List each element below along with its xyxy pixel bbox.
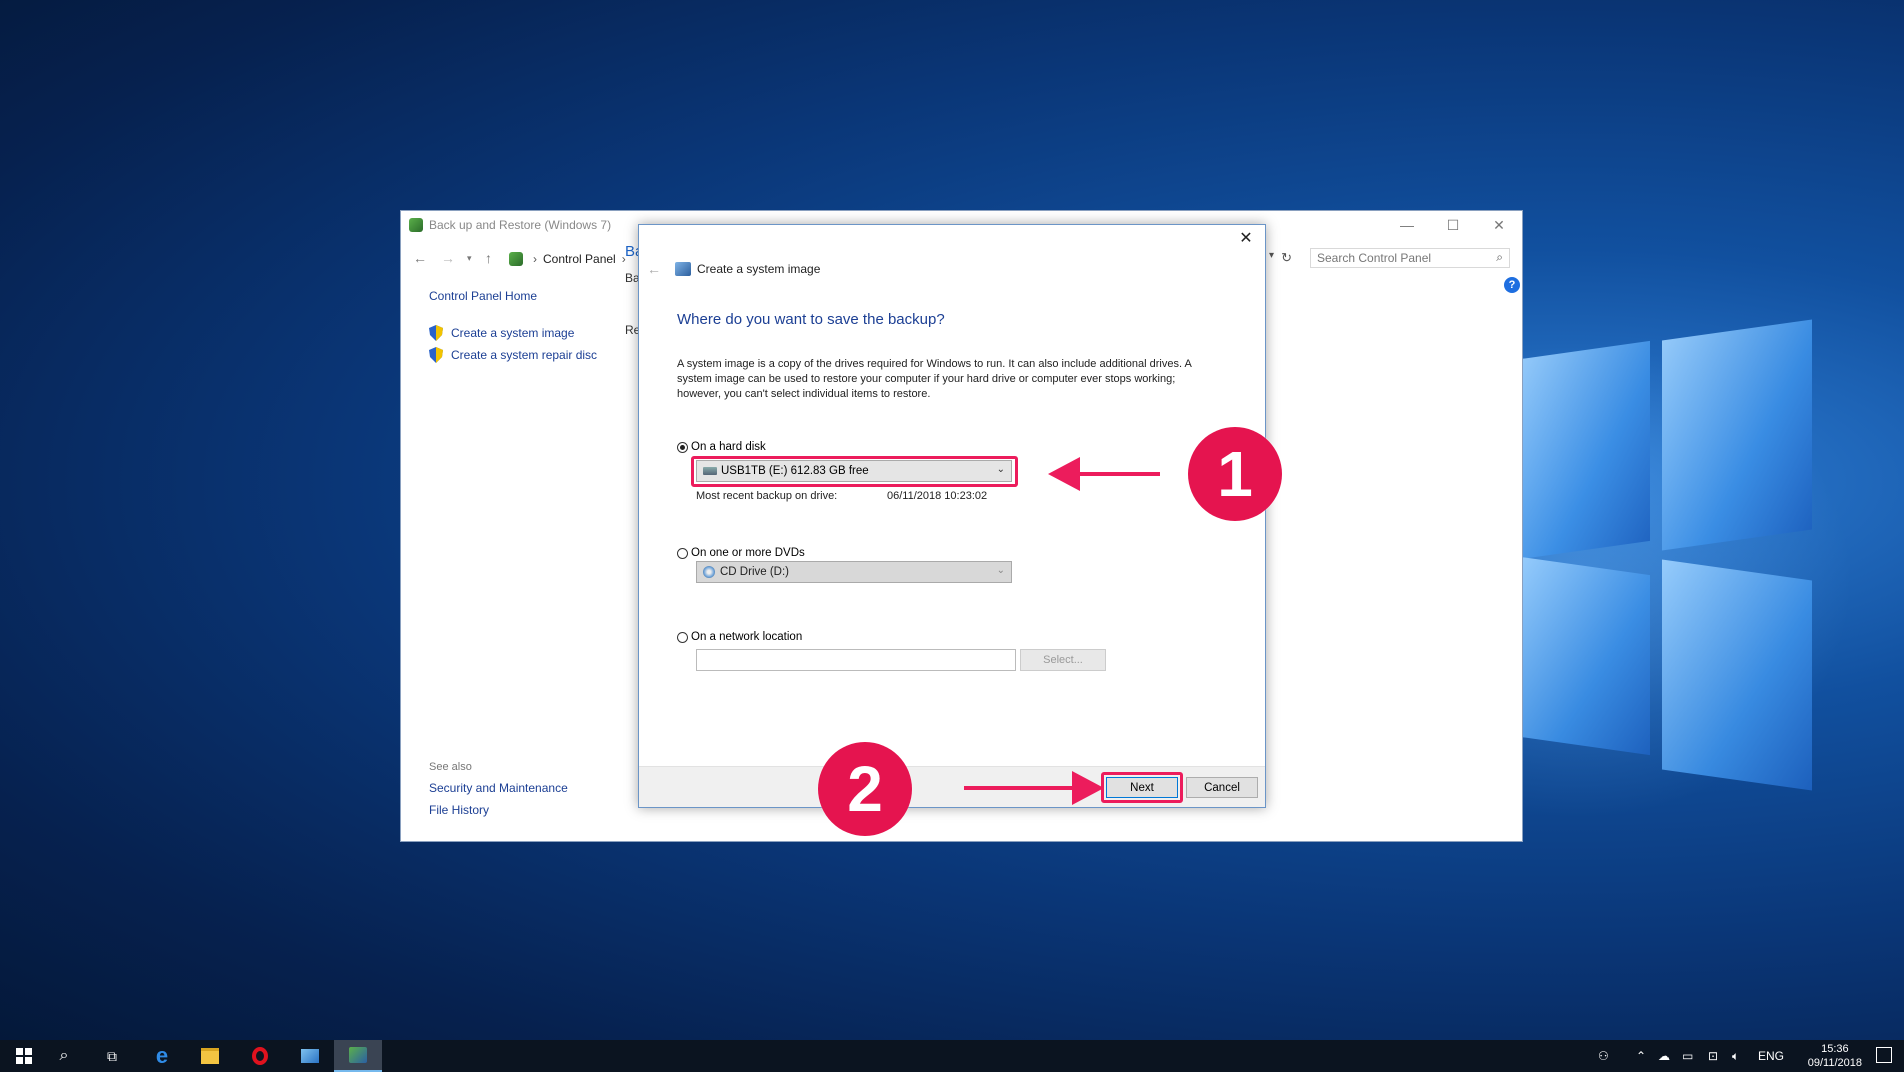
annotation-arrow-head-right — [1072, 771, 1104, 805]
clock-time: 15:36 — [1821, 1043, 1849, 1055]
help-icon[interactable]: ? — [1504, 277, 1520, 293]
recent-backup-value: 06/11/2018 10:23:02 — [887, 490, 988, 502]
back-arrow-icon[interactable]: ← — [413, 250, 427, 266]
control-panel-icon — [509, 252, 523, 266]
radio-label: On a network location — [691, 631, 803, 643]
annotation-arrow-shaft — [964, 786, 1074, 790]
radio-button[interactable] — [677, 547, 688, 559]
next-button[interactable]: Next — [1106, 777, 1178, 798]
breadcrumb-control-panel[interactable]: Control Panel — [543, 252, 616, 266]
minimize-button[interactable]: — — [1384, 211, 1430, 239]
see-also-section: See also Security and Maintenance File H… — [429, 761, 568, 825]
logo-pane-tr — [1662, 319, 1812, 551]
dialog-title: Create a system image — [697, 262, 821, 276]
search-placeholder: Search Control Panel — [1317, 251, 1432, 265]
see-also-heading: See also — [429, 761, 472, 773]
file-explorer-icon[interactable] — [186, 1040, 234, 1072]
control-panel-home-link[interactable]: Control Panel Home — [429, 289, 597, 303]
task-view-icon[interactable]: ⧉ — [88, 1040, 136, 1072]
window-title: Back up and Restore (Windows 7) — [429, 218, 612, 232]
dialog-question: Where do you want to save the backup? — [677, 311, 945, 328]
forward-arrow-icon[interactable]: → — [441, 250, 455, 266]
logo-pane-tl — [1520, 340, 1650, 560]
cd-drive-icon — [703, 566, 715, 578]
opera-icon[interactable] — [236, 1040, 284, 1072]
uac-shield-icon — [429, 325, 443, 341]
battery-icon[interactable]: ▭ — [1682, 1040, 1693, 1072]
dvd-drive: CD Drive (D:) — [720, 566, 789, 578]
close-button[interactable]: ✕ — [1476, 211, 1522, 239]
network-location-input[interactable] — [696, 649, 1016, 671]
search-input[interactable]: Search Control Panel ⌕ — [1310, 248, 1510, 268]
create-system-image-link[interactable]: Create a system image — [429, 325, 597, 341]
dialog-description: A system image is a copy of the drives r… — [677, 358, 1192, 400]
store-icon[interactable] — [286, 1040, 334, 1072]
radio-button-selected[interactable] — [677, 441, 688, 453]
window-controls: — ☐ ✕ — [1384, 211, 1522, 239]
network-radio[interactable]: On a network location — [677, 631, 802, 643]
task-label: Create a system repair disc — [451, 348, 598, 362]
address-dropdown-chevron-icon[interactable]: ▾ — [1269, 250, 1274, 261]
search-icon[interactable]: ⌕ — [40, 1040, 88, 1072]
dialog-close-button[interactable]: ✕ — [1235, 228, 1257, 248]
radio-button[interactable] — [677, 631, 688, 643]
backup-app-icon — [409, 218, 423, 232]
select-network-button[interactable]: Select... — [1020, 649, 1106, 671]
clock[interactable]: 15:36 09/11/2018 — [1808, 1042, 1862, 1070]
security-maintenance-link[interactable]: Security and Maintenance — [429, 781, 568, 795]
logo-pane-bl — [1520, 556, 1650, 756]
onedrive-icon[interactable]: ☁ — [1658, 1040, 1670, 1072]
recent-backup-label: Most recent backup on drive: — [696, 490, 838, 502]
dvd-radio[interactable]: On one or more DVDs — [677, 547, 805, 559]
radio-label: On one or more DVDs — [691, 547, 805, 559]
dialog-header: ← Create a system image — [647, 261, 820, 277]
maximize-button[interactable]: ☐ — [1430, 211, 1476, 239]
volume-icon[interactable]: 🔈︎ — [1732, 1040, 1739, 1072]
hard-disk-radio[interactable]: On a hard disk — [677, 441, 766, 453]
radio-label: On a hard disk — [691, 441, 766, 453]
back-arrow-icon[interactable]: ← — [647, 261, 661, 277]
step-badge-2: 2 — [818, 742, 912, 836]
create-repair-disc-link[interactable]: Create a system repair disc — [429, 347, 597, 363]
people-icon[interactable]: ⚇ — [1598, 1040, 1609, 1072]
windows-logo-wallpaper — [1520, 319, 1820, 791]
breadcrumb-separator-icon: › — [533, 252, 537, 266]
recent-locations-chevron-icon[interactable]: ▾ — [467, 253, 472, 264]
create-system-image-dialog: ✕ ← Create a system image Where do you w… — [638, 224, 1266, 808]
search-icon[interactable]: ⌕ — [1496, 250, 1503, 265]
logo-pane-br — [1662, 559, 1812, 791]
dvd-select[interactable]: CD Drive (D:) ⌄ — [696, 561, 1012, 583]
show-hidden-icons-chevron-icon[interactable]: ⌃ — [1636, 1040, 1646, 1072]
annotation-arrow-shaft — [1078, 472, 1160, 476]
edge-icon[interactable]: e — [138, 1040, 186, 1072]
system-image-icon — [675, 262, 691, 276]
dialog-footer: Next Cancel — [639, 766, 1265, 807]
up-arrow-icon[interactable]: ↑ — [485, 250, 492, 266]
annotation-arrow-head-left — [1048, 457, 1080, 491]
clock-date: 09/11/2018 — [1807, 1057, 1862, 1069]
file-history-link[interactable]: File History — [429, 803, 568, 817]
cancel-button[interactable]: Cancel — [1186, 777, 1258, 798]
chevron-down-icon[interactable]: ⌄ — [997, 565, 1005, 576]
drive-select-highlight — [691, 456, 1018, 487]
uac-shield-icon — [429, 347, 443, 363]
language-indicator[interactable]: ENG — [1758, 1040, 1784, 1072]
step-badge-1: 1 — [1188, 427, 1282, 521]
task-label: Create a system image — [451, 326, 575, 340]
network-icon[interactable]: ⊡ — [1708, 1040, 1718, 1072]
backup-app-icon[interactable] — [334, 1040, 382, 1072]
left-nav: Control Panel Home Create a system image… — [429, 289, 597, 363]
action-center-icon[interactable] — [1876, 1047, 1892, 1063]
refresh-icon[interactable]: ↻ — [1281, 250, 1292, 266]
taskbar: ⌕ ⧉ e ⚇ ⌃ ☁ ▭ ⊡ 🔈︎ ENG 15:36 09/11/2018 — [0, 1040, 1904, 1072]
